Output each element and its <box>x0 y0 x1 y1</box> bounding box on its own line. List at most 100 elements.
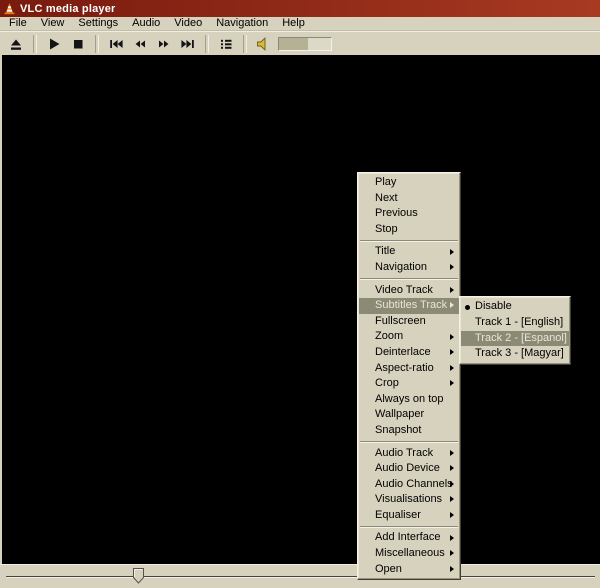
menu-item-label: Wallpaper <box>375 408 425 421</box>
submenu-arrow-icon <box>450 565 454 572</box>
submenu-arrow-icon <box>450 512 454 519</box>
rewind-icon <box>132 36 148 52</box>
volume-level-fill <box>279 37 308 50</box>
menu-item-label: Audio Channels <box>375 477 453 490</box>
menu-item-label: Track 1 - [English] <box>475 315 564 328</box>
title-bar[interactable]: VLC media player <box>0 0 600 17</box>
menu-item-miscellaneous[interactable]: Miscellaneous <box>359 546 459 562</box>
toolbar <box>0 31 600 55</box>
skip-back-icon <box>108 36 124 52</box>
menu-item-wallpaper[interactable]: Wallpaper <box>359 407 459 423</box>
menu-item-label: Previous <box>375 207 418 220</box>
toolbar-skip-back-button[interactable] <box>105 34 127 54</box>
menu-item-label: Next <box>375 191 398 204</box>
submenu-item-track-2-espanol[interactable]: Track 2 - [Espanol] <box>461 330 569 347</box>
toolbar-playlist-button[interactable] <box>215 34 237 54</box>
menu-item-deinterlace[interactable]: Deinterlace <box>359 345 459 361</box>
submenu-item-disable[interactable]: Disable <box>461 299 569 315</box>
toolbar-separator <box>243 34 247 53</box>
menu-item-video-track[interactable]: Video Track <box>359 283 459 299</box>
volume-icon <box>256 36 272 52</box>
menu-item-previous[interactable]: Previous <box>359 206 459 222</box>
menu-separator <box>360 525 458 528</box>
menu-item-equaliser[interactable]: Equaliser <box>359 508 459 524</box>
menu-item-label: Subtitles Track <box>375 299 448 312</box>
submenu-item-track-1-english[interactable]: Track 1 - [English] <box>461 315 569 331</box>
menubar-item-audio[interactable]: Audio <box>125 17 167 30</box>
menu-separator <box>360 441 458 443</box>
menu-item-label: Add Interface <box>375 531 441 544</box>
radio-bullet-icon <box>465 304 470 310</box>
toolbar-skip-forward-button[interactable] <box>177 34 199 54</box>
submenu-arrow-icon <box>450 302 454 309</box>
menu-item-always-on-top[interactable]: Always on top <box>359 392 459 408</box>
menu-separator <box>360 278 458 281</box>
skip-forward-icon <box>180 36 196 52</box>
play-icon <box>46 36 62 52</box>
menu-item-title[interactable]: Title <box>359 244 459 260</box>
toolbar-separator <box>33 34 37 53</box>
menu-item-fullscreen[interactable]: Fullscreen <box>359 314 459 330</box>
menu-item-play[interactable]: Play <box>359 175 459 191</box>
menu-item-label: Fullscreen <box>375 314 426 327</box>
menu-item-zoom[interactable]: Zoom <box>359 329 459 345</box>
fast-forward-icon <box>156 36 172 52</box>
menu-separator <box>360 239 458 242</box>
submenu-arrow-icon <box>450 248 454 255</box>
menu-item-label: Aspect-ratio <box>375 361 434 374</box>
stop-icon <box>70 36 86 52</box>
menubar-item-help[interactable]: Help <box>275 17 312 30</box>
menu-item-label: Visualisations <box>375 493 443 506</box>
submenu-arrow-icon <box>450 449 454 456</box>
menu-item-snapshot[interactable]: Snapshot <box>359 423 459 439</box>
toolbar-stop-button[interactable] <box>67 34 89 54</box>
submenu-arrow-icon <box>450 364 454 371</box>
menu-item-stop[interactable]: Stop <box>359 222 459 238</box>
context-menu: Play Next Previous Stop Title Navigation Video… <box>357 172 461 581</box>
menu-item-label: Video Track <box>375 283 433 296</box>
menubar-item-settings[interactable]: Settings <box>71 17 125 30</box>
menu-item-audio-device[interactable]: Audio Device <box>359 461 459 477</box>
seek-track[interactable] <box>6 576 595 577</box>
vlc-cone-icon <box>3 2 16 15</box>
seek-thumb[interactable] <box>133 568 144 584</box>
toolbar-play-button[interactable] <box>43 34 65 54</box>
menubar-item-navigation[interactable]: Navigation <box>209 17 275 30</box>
vlc-window: VLC media player File View Settings Audio Vi… <box>0 0 600 588</box>
menu-bar: File View Settings Audio Video Navigation Help <box>0 17 600 31</box>
menu-item-label: Open <box>375 562 402 575</box>
menu-item-label: Title <box>375 245 396 258</box>
menu-item-next[interactable]: Next <box>359 191 459 207</box>
submenu-arrow-icon <box>450 465 454 472</box>
submenu-arrow-icon <box>450 550 454 557</box>
menu-item-label: Play <box>375 176 397 188</box>
toolbar-volume-button[interactable] <box>253 34 275 54</box>
submenu-arrow-icon <box>450 349 454 356</box>
toolbar-fast-forward-button[interactable] <box>153 34 175 54</box>
menu-item-label: Audio Device <box>375 462 440 475</box>
menu-item-crop[interactable]: Crop <box>359 376 459 392</box>
menu-item-audio-track[interactable]: Audio Track <box>359 446 459 462</box>
menubar-item-file[interactable]: File <box>2 17 34 30</box>
toolbar-eject-button[interactable] <box>5 34 27 54</box>
menu-item-audio-channels[interactable]: Audio Channels <box>359 477 459 493</box>
menu-item-label: Disable <box>475 300 512 312</box>
menubar-item-video[interactable]: Video <box>167 17 209 30</box>
menu-item-add-interface[interactable]: Add Interface <box>359 530 459 546</box>
toolbar-rewind-button[interactable] <box>129 34 151 54</box>
menu-item-visualisations[interactable]: Visualisations <box>359 492 459 508</box>
volume-slider[interactable] <box>278 36 332 51</box>
menu-item-label: Miscellaneous <box>375 547 445 560</box>
submenu-item-track-3-magyar[interactable]: Track 3 - [Magyar] <box>461 346 569 362</box>
submenu-arrow-icon <box>450 286 454 293</box>
menu-item-label: Equaliser <box>375 508 421 521</box>
menu-item-subtitles-track[interactable]: Subtitles Track <box>359 298 459 314</box>
menubar-item-view[interactable]: View <box>34 17 72 30</box>
menu-item-label: Navigation <box>375 260 427 273</box>
menu-item-open[interactable]: Open <box>359 562 459 578</box>
submenu-arrow-icon <box>450 380 454 387</box>
menu-item-aspect-ratio[interactable]: Aspect-ratio <box>359 361 459 377</box>
menu-item-label: Snapshot <box>375 423 422 436</box>
submenu-arrow-icon <box>450 264 454 271</box>
menu-item-navigation[interactable]: Navigation <box>359 260 459 276</box>
